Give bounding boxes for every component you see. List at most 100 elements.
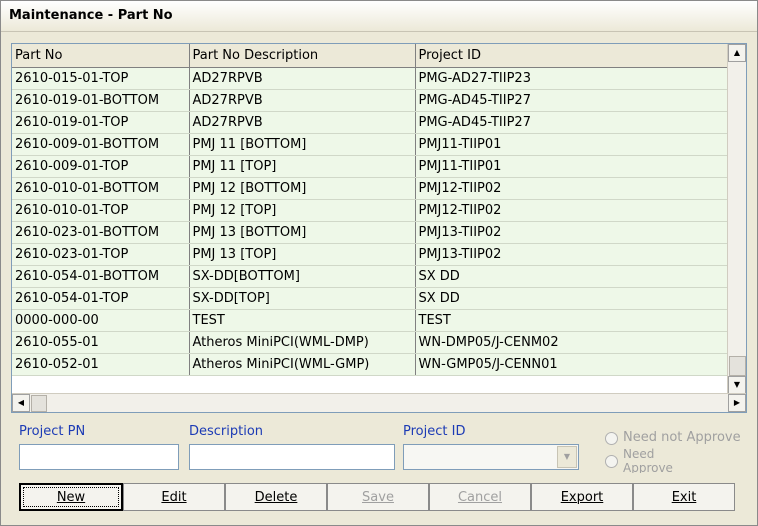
horizontal-scrollbar[interactable]: ◀ ▶ xyxy=(12,393,746,412)
cell-description[interactable]: AD27RPVB xyxy=(189,111,416,134)
cell-description[interactable]: PMJ 12 [TOP] xyxy=(189,199,416,222)
export-button-label: Export xyxy=(560,489,604,505)
cell-description[interactable]: TEST xyxy=(189,309,416,332)
scroll-left-icon[interactable]: ◀ xyxy=(12,394,30,412)
cell-part-no[interactable]: 2610-023-01-BOTTOM xyxy=(12,221,190,244)
part-no-grid[interactable]: Part No Part No Description Project ID 2… xyxy=(11,43,747,413)
action-button-bar: New Edit Delete Save Cancel Export Exit xyxy=(19,483,735,511)
table-row[interactable]: 2610-019-01-TOP AD27RPVB PMG-AD45-TIIP27 xyxy=(12,111,729,134)
table-row[interactable]: 2610-052-01 Atheros MiniPCI(WML-GMP) WN-… xyxy=(12,353,729,376)
delete-button[interactable]: Delete xyxy=(225,483,327,511)
horizontal-scroll-thumb[interactable] xyxy=(31,395,47,412)
cell-project-id[interactable]: WN-GMP05/J-CENN01 xyxy=(415,353,729,376)
table-row[interactable]: 2610-054-01-BOTTOM SX-DD[BOTTOM] SX DD xyxy=(12,265,729,288)
cancel-button-label: Cancel xyxy=(457,489,503,505)
project-pn-label: Project PN xyxy=(19,424,86,439)
scroll-right-icon[interactable]: ▶ xyxy=(728,394,746,412)
scroll-up-icon[interactable]: ▲ xyxy=(728,44,746,62)
column-header-description[interactable]: Part No Description xyxy=(189,44,416,68)
description-input[interactable] xyxy=(189,444,395,470)
cell-project-id[interactable]: PMJ12-TIIP02 xyxy=(415,177,729,200)
table-row[interactable]: 2610-019-01-BOTTOM AD27RPVB PMG-AD45-TII… xyxy=(12,89,729,112)
table-row[interactable]: 2610-010-01-TOP PMJ 12 [TOP] PMJ12-TIIP0… xyxy=(12,199,729,222)
radio-need-approve-group: Need Approve xyxy=(601,447,751,473)
cell-description[interactable]: PMJ 13 [BOTTOM] xyxy=(189,221,416,244)
table-row[interactable]: 2610-055-01 Atheros MiniPCI(WML-DMP) WN-… xyxy=(12,331,729,354)
save-button[interactable]: Save xyxy=(327,483,429,511)
table-row[interactable]: 0000-000-00 TEST TEST xyxy=(12,309,729,332)
cell-part-no[interactable]: 0000-000-00 xyxy=(12,309,190,332)
cell-description[interactable]: AD27RPVB xyxy=(189,89,416,112)
cell-part-no[interactable]: 2610-052-01 xyxy=(12,353,190,376)
cell-description[interactable]: SX-DD[BOTTOM] xyxy=(189,265,416,288)
table-row[interactable]: 2610-010-01-BOTTOM PMJ 12 [BOTTOM] PMJ12… xyxy=(12,177,729,200)
window-title: Maintenance - Part No xyxy=(9,8,173,23)
cell-project-id[interactable]: PMJ13-TIIP02 xyxy=(415,221,729,244)
cell-description[interactable]: AD27RPVB xyxy=(189,67,416,90)
cell-part-no[interactable]: 2610-019-01-TOP xyxy=(12,111,190,134)
cell-project-id[interactable]: PMJ12-TIIP02 xyxy=(415,199,729,222)
cell-part-no[interactable]: 2610-019-01-BOTTOM xyxy=(12,89,190,112)
table-row[interactable]: 2610-023-01-TOP PMJ 13 [TOP] PMJ13-TIIP0… xyxy=(12,243,729,266)
main-window: Maintenance - Part No Part No Part No De… xyxy=(0,0,758,526)
cell-description[interactable]: PMJ 12 [BOTTOM] xyxy=(189,177,416,200)
cell-part-no[interactable]: 2610-009-01-TOP xyxy=(12,155,190,178)
cancel-button[interactable]: Cancel xyxy=(429,483,531,511)
cell-description[interactable]: PMJ 11 [TOP] xyxy=(189,155,416,178)
cell-project-id[interactable]: PMJ13-TIIP02 xyxy=(415,243,729,266)
table-row[interactable]: 2610-009-01-BOTTOM PMJ 11 [BOTTOM] PMJ11… xyxy=(12,133,729,156)
part-no-table: Part No Part No Description Project ID 2… xyxy=(12,44,729,376)
cell-project-id[interactable]: WN-DMP05/J-CENM02 xyxy=(415,331,729,354)
project-pn-input[interactable] xyxy=(19,444,179,470)
description-label: Description xyxy=(189,424,264,439)
edit-button-label: Edit xyxy=(161,489,187,505)
cell-part-no[interactable]: 2610-023-01-TOP xyxy=(12,243,190,266)
title-bar: Maintenance - Part No xyxy=(1,1,757,32)
radio-need-approve[interactable] xyxy=(605,455,618,468)
new-button-label: New xyxy=(56,489,86,505)
project-id-combobox[interactable]: ▼ xyxy=(403,444,579,470)
table-row[interactable]: 2610-009-01-TOP PMJ 11 [TOP] PMJ11-TIIP0… xyxy=(12,155,729,178)
cell-description[interactable]: Atheros MiniPCI(WML-DMP) xyxy=(189,331,416,354)
cell-project-id[interactable]: PMG-AD45-TIIP27 xyxy=(415,89,729,112)
cell-description[interactable]: Atheros MiniPCI(WML-GMP) xyxy=(189,353,416,376)
save-button-label: Save xyxy=(362,489,394,505)
cell-description[interactable]: SX-DD[TOP] xyxy=(189,287,416,310)
cell-part-no[interactable]: 2610-015-01-TOP xyxy=(12,67,190,90)
radio-need-not-approve-label: Need not Approve xyxy=(623,430,741,445)
project-id-label: Project ID xyxy=(403,424,466,439)
cell-project-id[interactable]: PMG-AD45-TIIP27 xyxy=(415,111,729,134)
export-button[interactable]: Export xyxy=(531,483,633,511)
table-row[interactable]: 2610-023-01-BOTTOM PMJ 13 [BOTTOM] PMJ13… xyxy=(12,221,729,244)
cell-part-no[interactable]: 2610-055-01 xyxy=(12,331,190,354)
cell-part-no[interactable]: 2610-054-01-BOTTOM xyxy=(12,265,190,288)
new-button[interactable]: New xyxy=(19,483,123,511)
cell-part-no[interactable]: 2610-010-01-BOTTOM xyxy=(12,177,190,200)
column-header-project-id[interactable]: Project ID xyxy=(415,44,729,68)
cell-project-id[interactable]: PMJ11-TIIP01 xyxy=(415,133,729,156)
radio-need-approve-label: Need Approve xyxy=(623,447,673,473)
cell-project-id[interactable]: SX DD xyxy=(415,287,729,310)
exit-button[interactable]: Exit xyxy=(633,483,735,511)
cell-project-id[interactable]: PMG-AD27-TIIP23 xyxy=(415,67,729,90)
cell-project-id[interactable]: SX DD xyxy=(415,265,729,288)
cell-part-no[interactable]: 2610-010-01-TOP xyxy=(12,199,190,222)
edit-button[interactable]: Edit xyxy=(123,483,225,511)
cell-project-id[interactable]: PMJ11-TIIP01 xyxy=(415,155,729,178)
cell-part-no[interactable]: 2610-009-01-BOTTOM xyxy=(12,133,190,156)
radio-need-not-approve[interactable] xyxy=(605,432,618,445)
table-row[interactable]: 2610-015-01-TOP AD27RPVB PMG-AD27-TIIP23 xyxy=(12,67,729,90)
vertical-scroll-thumb[interactable] xyxy=(729,356,746,376)
vertical-scrollbar[interactable]: ▲ ▼ xyxy=(727,44,746,394)
chevron-down-icon[interactable]: ▼ xyxy=(557,446,577,468)
cell-project-id[interactable]: TEST xyxy=(415,309,729,332)
cell-part-no[interactable]: 2610-054-01-TOP xyxy=(12,287,190,310)
cell-description[interactable]: PMJ 11 [BOTTOM] xyxy=(189,133,416,156)
column-header-part-no[interactable]: Part No xyxy=(12,44,190,68)
cell-description[interactable]: PMJ 13 [TOP] xyxy=(189,243,416,266)
table-row[interactable]: 2610-054-01-TOP SX-DD[TOP] SX DD xyxy=(12,287,729,310)
delete-button-label: Delete xyxy=(254,489,298,505)
exit-button-label: Exit xyxy=(671,489,697,505)
scroll-down-icon[interactable]: ▼ xyxy=(728,376,746,394)
table-header-row: Part No Part No Description Project ID xyxy=(12,44,729,68)
